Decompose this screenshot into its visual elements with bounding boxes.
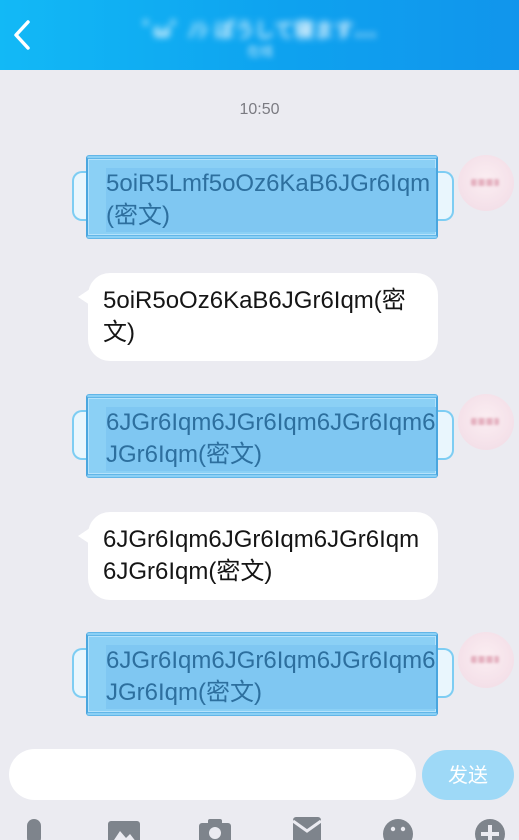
sent-message-text: 5oiR5Lmf5oOz6KaB6JGr6Iqm(密文): [106, 168, 436, 232]
sent-message[interactable]: 6JGr6Iqm6JGr6Iqm6JGr6Iqm6JGr6Iqm(密文): [72, 394, 454, 478]
chat-header: ﾟωﾟ ﾉｼ ぽうして寝ます... 在线: [0, 0, 519, 70]
my-avatar[interactable]: [458, 394, 514, 450]
emoji-icon[interactable]: [381, 817, 415, 840]
received-message[interactable]: 5oiR5oOz6KaB6JGr6Iqm(密文): [78, 273, 438, 361]
message-timestamp: 10:50: [239, 101, 280, 118]
sent-bubble-frame: 6JGr6Iqm6JGr6Iqm6JGr6Iqm6JGr6Iqm(密文): [86, 632, 438, 716]
sent-message[interactable]: 6JGr6Iqm6JGr6Iqm6JGr6Iqm6JGr6Iqm(密文): [72, 632, 454, 716]
input-bar: 发送: [0, 737, 519, 840]
received-message-text: 6JGr6Iqm6JGr6Iqm6JGr6Iqm6JGr6Iqm(密文): [103, 526, 420, 585]
sent-message-text: 6JGr6Iqm6JGr6Iqm6JGr6Iqm6JGr6Iqm(密文): [106, 407, 436, 471]
bubble-decoration: [436, 410, 454, 460]
bubble-decoration: [436, 171, 454, 221]
my-avatar[interactable]: [458, 632, 514, 688]
bubble-decoration: [436, 648, 454, 698]
red-packet-icon[interactable]: [290, 817, 324, 840]
back-arrow-icon[interactable]: [9, 18, 35, 52]
microphone-icon[interactable]: [17, 817, 51, 840]
sent-message[interactable]: 5oiR5Lmf5oOz6KaB6JGr6Iqm(密文): [72, 155, 454, 239]
contact-name[interactable]: ﾟωﾟ ﾉｼ ぽうして寝ます...: [70, 14, 450, 43]
sent-bubble-frame: 5oiR5Lmf5oOz6KaB6JGr6Iqm(密文): [86, 155, 438, 239]
send-button[interactable]: 发送: [422, 750, 514, 800]
received-message[interactable]: 6JGr6Iqm6JGr6Iqm6JGr6Iqm6JGr6Iqm(密文): [78, 512, 438, 600]
message-input[interactable]: [9, 749, 416, 800]
plus-icon[interactable]: [473, 817, 507, 840]
contact-status: 在线: [246, 45, 273, 60]
sent-message-text: 6JGr6Iqm6JGr6Iqm6JGr6Iqm6JGr6Iqm(密文): [106, 645, 436, 709]
sent-bubble-frame: 6JGr6Iqm6JGr6Iqm6JGr6Iqm6JGr6Iqm(密文): [86, 394, 438, 478]
camera-icon[interactable]: [198, 817, 232, 840]
image-icon[interactable]: [107, 817, 141, 840]
received-message-text: 5oiR5oOz6KaB6JGr6Iqm(密文): [103, 287, 406, 346]
my-avatar[interactable]: [458, 155, 514, 211]
